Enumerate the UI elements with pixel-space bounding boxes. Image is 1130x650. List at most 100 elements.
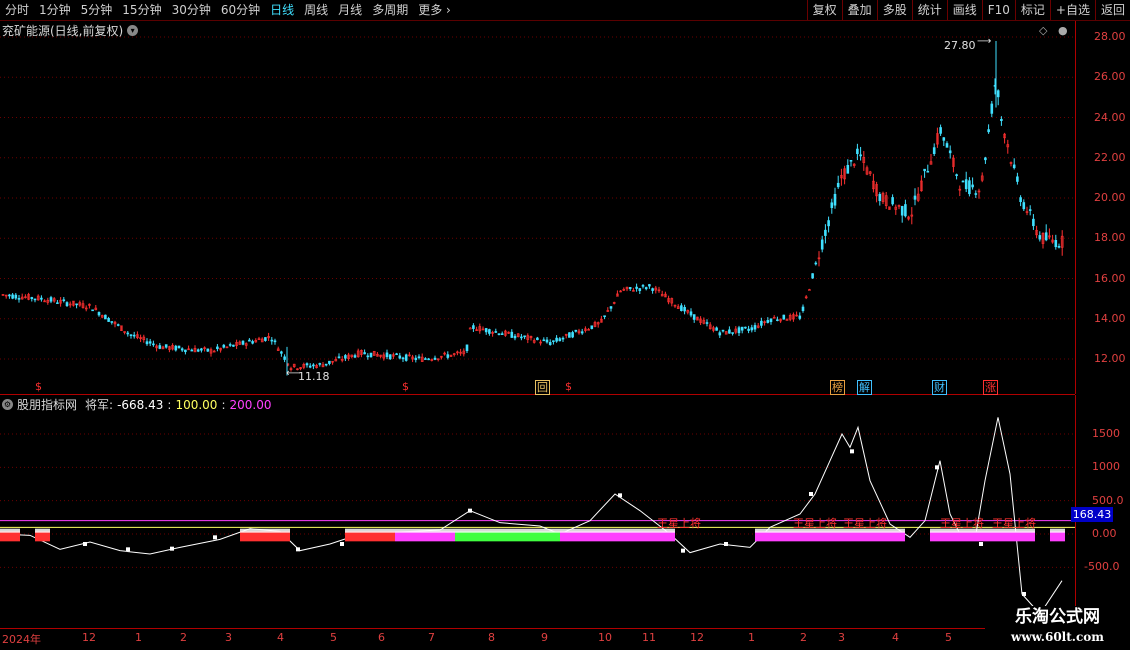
signal-dot <box>850 449 854 454</box>
candle-body <box>65 302 69 306</box>
event-marker-5[interactable]: 解 <box>857 380 872 395</box>
date-tick-9: 8 <box>488 631 495 644</box>
candle-body <box>558 338 562 342</box>
candle-body <box>846 165 850 174</box>
candle-body <box>270 339 274 342</box>
candle-body <box>968 180 971 195</box>
candle-body <box>737 327 741 334</box>
candle-body <box>638 288 642 291</box>
candle-body <box>510 331 514 338</box>
candle-body <box>500 333 504 335</box>
signal-bar-top <box>240 528 290 533</box>
candle-body <box>132 334 136 337</box>
candle-body <box>398 355 402 359</box>
event-marker-1[interactable]: $ <box>402 380 409 393</box>
date-tick-13: 12 <box>690 631 704 644</box>
candle-body <box>248 339 251 342</box>
candle-body <box>574 329 578 332</box>
settings-icon[interactable]: ⚙ <box>2 399 13 410</box>
event-marker-7[interactable]: 涨 <box>983 380 998 395</box>
candle-body <box>990 103 994 114</box>
event-marker-6[interactable]: 财 <box>932 380 947 395</box>
candle-body <box>740 326 744 331</box>
indicator-name: 股朋指标网 <box>17 398 78 412</box>
candle-body <box>152 343 155 346</box>
candle-body <box>878 193 882 202</box>
candle-body <box>424 358 427 360</box>
date-tick-17: 4 <box>892 631 899 644</box>
candle-body <box>126 332 130 335</box>
candle-body <box>904 204 907 217</box>
candle-body <box>984 157 987 161</box>
candle-body <box>859 154 862 157</box>
candle-body <box>824 229 827 236</box>
event-marker-2[interactable]: 回 <box>535 380 550 395</box>
date-tick-2: 1 <box>135 631 142 644</box>
candle-body <box>1000 118 1003 121</box>
candle-body <box>116 324 120 326</box>
signal-dot <box>468 508 472 513</box>
candle-body <box>62 299 66 302</box>
signal-dot <box>724 542 728 546</box>
candle-body <box>644 287 648 290</box>
candle-body <box>177 345 181 349</box>
candle-body <box>830 202 834 208</box>
candle-body <box>747 328 750 331</box>
candle-body <box>107 318 110 322</box>
candle-body <box>568 332 571 338</box>
candle-body <box>184 349 187 353</box>
candle-body <box>206 348 210 352</box>
candle-body <box>241 340 245 345</box>
signal-label-1: 王星上将 <box>657 517 701 530</box>
date-tick-8: 7 <box>428 631 435 644</box>
candle-body <box>955 174 958 176</box>
candle-body <box>561 337 565 340</box>
candle-body <box>465 344 469 352</box>
indicator-tick-1: 1000 <box>1092 460 1120 474</box>
price-tick-1: 26.00 <box>1094 70 1126 84</box>
candle-body <box>721 329 725 332</box>
candle-body <box>808 289 811 291</box>
date-tick-1: 12 <box>82 631 96 644</box>
event-marker-3[interactable]: $ <box>565 380 572 393</box>
kline-chart[interactable] <box>0 0 1130 650</box>
candle-body <box>513 335 517 339</box>
event-marker-4[interactable]: 榜 <box>830 380 845 395</box>
candle-body <box>228 344 232 346</box>
indicator-v1: 100.00 <box>175 397 218 412</box>
candle-body <box>1057 246 1061 248</box>
candle-body <box>811 273 814 279</box>
candle-body <box>91 309 94 312</box>
candle-body <box>987 129 990 133</box>
candle-body <box>488 329 491 334</box>
candle-body <box>363 352 366 355</box>
candle-body <box>776 319 779 321</box>
candle-body <box>75 303 78 306</box>
signal-dot <box>126 547 130 552</box>
candle-body <box>180 348 184 351</box>
candle-body <box>484 328 488 333</box>
low-price-label: 11.18 <box>298 370 330 383</box>
candle-body <box>468 327 472 330</box>
event-marker-0[interactable]: $ <box>35 380 42 393</box>
candle-body <box>744 326 747 329</box>
candle-body <box>145 341 149 345</box>
candle-body <box>312 364 315 367</box>
candle-body <box>523 335 526 338</box>
date-tick-4: 3 <box>225 631 232 644</box>
candle-body <box>891 197 894 205</box>
indicator-tick-0: 1500 <box>1092 427 1120 440</box>
candle-body <box>344 355 347 359</box>
signal-bar <box>395 531 455 542</box>
candle-body <box>769 318 773 323</box>
candle-body <box>158 345 162 349</box>
indicator-line <box>0 417 1063 615</box>
signal-bar <box>930 531 1035 542</box>
candle-body <box>555 337 558 342</box>
candle-body <box>14 294 18 299</box>
date-axis-divider <box>0 628 1075 629</box>
date-tick-11: 10 <box>598 631 612 644</box>
signal-dot <box>681 548 685 553</box>
candle-body <box>536 337 539 341</box>
candle-body <box>945 143 949 148</box>
